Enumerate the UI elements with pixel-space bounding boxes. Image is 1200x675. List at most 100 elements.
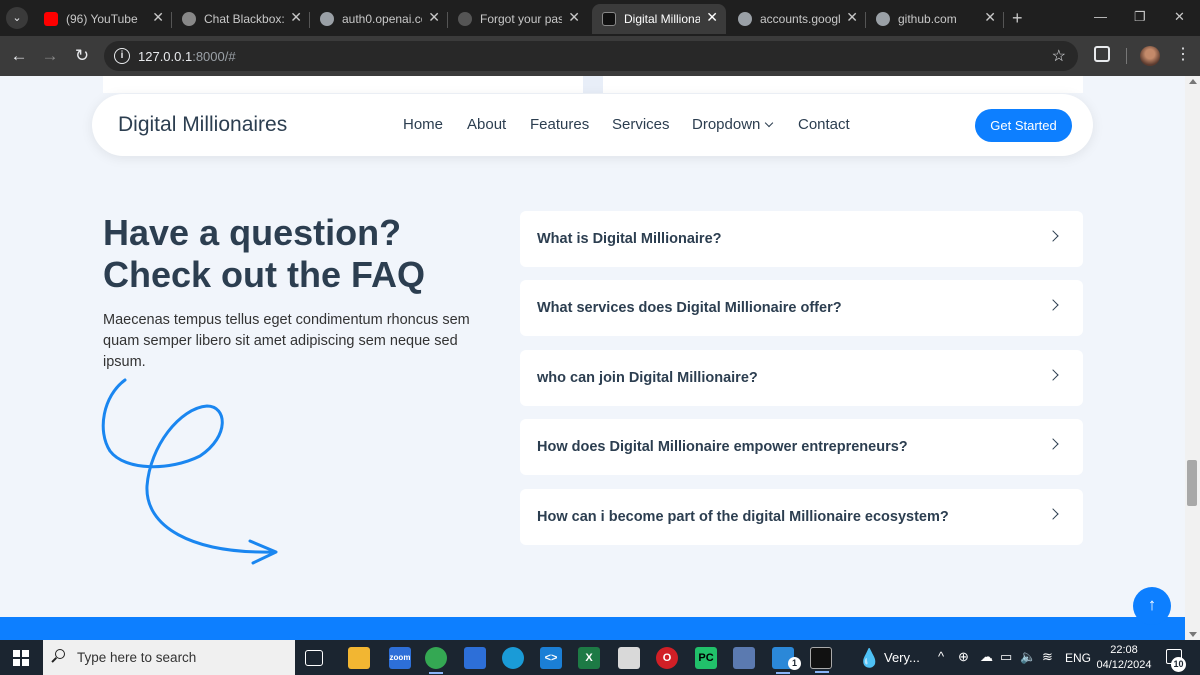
site-info-icon[interactable]: i xyxy=(114,48,130,64)
page-scrollbar[interactable] xyxy=(1185,76,1200,640)
nav-link-contact[interactable]: Contact xyxy=(798,116,850,133)
excel-icon[interactable]: X xyxy=(578,647,600,669)
notification-badge: 10 xyxy=(1171,657,1186,672)
close-tab-icon[interactable]: ✕ xyxy=(846,9,858,26)
taskbar-search-box[interactable]: Type here to search xyxy=(43,640,295,675)
new-tab-plus-icon[interactable]: + xyxy=(1012,8,1023,29)
youtube-icon xyxy=(44,12,58,26)
clock[interactable]: 22:08 04/12/2024 xyxy=(1096,643,1152,673)
faq-item[interactable]: who can join Digital Millionaire? xyxy=(520,350,1083,406)
site-navbar: Digital Millionaires Home About Features… xyxy=(92,94,1093,156)
scroll-up-arrow-icon[interactable] xyxy=(1189,79,1197,84)
tab-title: auth0.openai.co xyxy=(342,12,422,26)
profile-avatar[interactable] xyxy=(1140,46,1160,66)
nav-link-features[interactable]: Features xyxy=(530,116,589,133)
browser-menu-icon[interactable]: ⋮ xyxy=(1175,44,1191,64)
microsoft-store-icon[interactable] xyxy=(464,647,486,669)
url-text: 127.0.0.1:8000/# xyxy=(138,49,236,64)
nav-link-services[interactable]: Services xyxy=(612,116,670,133)
minimize-icon[interactable]: — xyxy=(1094,9,1107,24)
mail-badge: 1 xyxy=(788,657,801,670)
tab-title: accounts.google. xyxy=(760,12,840,26)
close-tab-icon[interactable]: ✕ xyxy=(428,9,440,26)
globe-icon xyxy=(876,12,890,26)
browser-tab-strip: ⌄ (96) YouTube ✕ Chat Blackbox: A ✕ auth… xyxy=(0,0,1200,36)
tab-title: (96) YouTube xyxy=(66,12,138,26)
terminal-icon[interactable] xyxy=(810,647,832,673)
browser-tab[interactable]: (96) YouTube ✕ xyxy=(34,4,172,34)
nav-dropdown[interactable]: Dropdown xyxy=(692,116,774,133)
forward-arrow-icon[interactable]: → xyxy=(38,44,62,68)
back-arrow-icon[interactable]: ← xyxy=(7,44,31,68)
vscode-icon[interactable]: <> xyxy=(540,647,562,669)
chevron-right-icon xyxy=(1047,299,1059,311)
address-bar[interactable]: i 127.0.0.1:8000/# ☆ xyxy=(104,41,1078,71)
battery-icon[interactable]: ▭ xyxy=(1000,649,1012,665)
tab-title: Digital Millionai xyxy=(624,12,700,26)
pycharm-icon[interactable]: PC xyxy=(695,647,717,669)
site-favicon-icon xyxy=(602,12,616,26)
weather-text[interactable]: Very... xyxy=(884,650,920,665)
close-tab-icon[interactable]: ✕ xyxy=(290,9,302,26)
toolbar-divider xyxy=(1126,48,1127,64)
close-tab-icon[interactable]: ✕ xyxy=(706,9,718,26)
faq-item[interactable]: What services does Digital Millionaire o… xyxy=(520,280,1083,336)
close-tab-icon[interactable]: ✕ xyxy=(984,9,996,26)
onedrive-cloud-icon[interactable]: ☁ xyxy=(980,649,993,665)
browser-tab-active[interactable]: Digital Millionai ✕ xyxy=(592,4,726,34)
reload-icon[interactable]: ↻ xyxy=(70,44,94,68)
close-window-icon[interactable]: ✕ xyxy=(1174,9,1185,25)
tab-title: Chat Blackbox: A xyxy=(204,12,284,26)
browser-tab[interactable]: auth0.openai.co ✕ xyxy=(310,4,448,34)
close-tab-icon[interactable]: ✕ xyxy=(152,9,164,26)
nav-link-about[interactable]: About xyxy=(467,116,506,133)
edge-icon[interactable] xyxy=(502,647,524,669)
scroll-to-top-button[interactable]: ↑ xyxy=(1133,587,1171,625)
nav-dropdown-label: Dropdown xyxy=(692,116,761,133)
bookmark-star-icon[interactable]: ☆ xyxy=(1052,46,1066,66)
file-explorer-icon[interactable] xyxy=(348,647,370,669)
notes-icon[interactable] xyxy=(618,647,640,669)
faq-heading: Have a question? Check out the FAQ xyxy=(103,212,425,296)
previous-section-edge xyxy=(103,76,1083,93)
restore-icon[interactable]: ❐ xyxy=(1134,9,1146,25)
tab-search-chevron-icon[interactable]: ⌄ xyxy=(6,7,28,29)
get-started-button[interactable]: Get Started xyxy=(975,109,1072,142)
windows-start-icon[interactable] xyxy=(13,650,29,666)
page-viewport: Digital Millionaires Home About Features… xyxy=(0,76,1185,640)
faq-question: How does Digital Millionaire empower ent… xyxy=(537,439,908,455)
close-tab-icon[interactable]: ✕ xyxy=(568,9,580,26)
browser-tab[interactable]: accounts.google. ✕ xyxy=(728,4,866,34)
show-hidden-icons-chevron-icon[interactable]: ^ xyxy=(938,649,944,664)
scrollbar-thumb[interactable] xyxy=(1187,460,1197,506)
faq-question: What is Digital Millionaire? xyxy=(537,231,722,247)
site-logo-text[interactable]: Digital Millionaires xyxy=(118,113,287,137)
language-indicator[interactable]: ENG xyxy=(1065,651,1091,665)
security-icon[interactable]: ⊕ xyxy=(958,649,969,665)
faq-item[interactable]: How does Digital Millionaire empower ent… xyxy=(520,419,1083,475)
footer-band xyxy=(0,617,1185,640)
nav-link-home[interactable]: Home xyxy=(403,116,443,133)
chrome-icon[interactable] xyxy=(425,647,447,674)
faq-item[interactable]: What is Digital Millionaire? xyxy=(520,211,1083,267)
volume-icon[interactable]: 🔈 xyxy=(1020,649,1036,665)
weather-drop-icon[interactable]: 💧 xyxy=(858,647,880,669)
arrow-up-icon: ↑ xyxy=(1147,595,1157,614)
globe-icon xyxy=(738,12,752,26)
task-view-icon[interactable] xyxy=(305,650,323,666)
previous-section-gap xyxy=(583,76,603,93)
wifi-icon[interactable]: ≋ xyxy=(1042,649,1053,665)
extensions-puzzle-icon[interactable] xyxy=(1094,46,1110,62)
faq-question: who can join Digital Millionaire? xyxy=(537,370,758,386)
browser-tab[interactable]: Chat Blackbox: A ✕ xyxy=(172,4,310,34)
faq-heading-line: Check out the FAQ xyxy=(103,254,426,295)
scroll-down-arrow-icon[interactable] xyxy=(1189,632,1197,637)
browser-tab[interactable]: Forgot your pas ✕ xyxy=(448,4,588,34)
browser-tab[interactable]: github.com ✕ xyxy=(866,4,1004,34)
faq-item[interactable]: How can i become part of the digital Mil… xyxy=(520,489,1083,545)
zoom-icon[interactable]: zoom xyxy=(389,647,411,669)
chevron-down-icon xyxy=(765,118,774,128)
network-app-icon[interactable] xyxy=(733,647,755,669)
url-host: 127.0.0.1 xyxy=(138,49,193,64)
opera-icon[interactable]: O xyxy=(656,647,678,669)
